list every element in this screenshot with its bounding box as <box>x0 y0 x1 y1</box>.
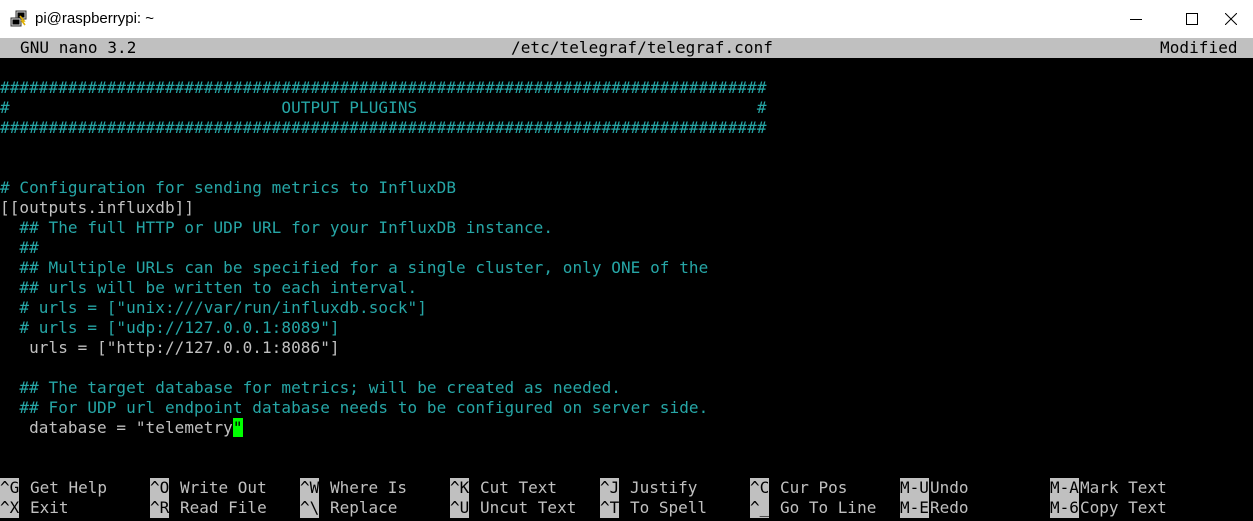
shortcut-label[interactable]: Where Is <box>330 478 407 498</box>
shortcut-label[interactable]: Replace <box>330 498 397 518</box>
editor-line-6[interactable]: # Configuration for sending metrics to I… <box>0 178 456 198</box>
editor-line-1[interactable]: ########################################… <box>0 78 767 98</box>
shortcut-label[interactable]: Cur Pos <box>780 478 847 498</box>
text-cursor: " <box>232 418 243 437</box>
window-titlebar: pi@raspberrypi: ~ <box>0 0 1253 38</box>
shortcut-label[interactable]: To Spell <box>630 498 707 518</box>
shortcut-label[interactable]: Get Help <box>30 478 107 498</box>
shortcut-key[interactable]: ^_ <box>750 498 770 518</box>
shortcut-key[interactable]: ^O <box>150 478 170 498</box>
shortcut-key[interactable]: ^W <box>300 478 320 498</box>
shortcut-key[interactable]: ^G <box>0 478 20 498</box>
shortcut-key[interactable]: ^\ <box>300 498 320 518</box>
shortcut-label[interactable]: Mark Text <box>1080 478 1167 498</box>
maximize-button[interactable] <box>1163 0 1223 38</box>
shortcut-key[interactable]: M-E <box>900 498 929 518</box>
editor-line-3[interactable]: ########################################… <box>0 118 767 138</box>
editor-line-2[interactable]: # OUTPUT PLUGINS # <box>0 98 767 118</box>
shortcut-label[interactable]: Uncut Text <box>480 498 576 518</box>
shortcut-label[interactable]: Cut Text <box>480 478 557 498</box>
editor-line-10[interactable]: ## Multiple URLs can be specified for a … <box>0 258 708 278</box>
shortcut-key[interactable]: M-6 <box>1050 498 1079 518</box>
window-title: pi@raspberrypi: ~ <box>35 10 155 27</box>
shortcut-label[interactable]: Go To Line <box>780 498 876 518</box>
shortcut-key[interactable]: ^U <box>450 498 470 518</box>
file-name: /etc/telegraf/telegraf.conf <box>511 38 773 57</box>
shortcut-key[interactable]: ^T <box>600 498 620 518</box>
shortcut-key[interactable]: M-A <box>1050 478 1079 498</box>
shortcut-label[interactable]: Redo <box>930 498 969 518</box>
putty-icon[interactable] <box>10 10 28 28</box>
shortcut-key[interactable]: ^C <box>750 478 770 498</box>
shortcut-label[interactable]: Write Out <box>180 478 267 498</box>
shortcut-key[interactable]: ^K <box>450 478 470 498</box>
terminal[interactable]: GNU nano 3.2 /etc/telegraf/telegraf.conf… <box>0 38 1253 521</box>
shortcut-key[interactable]: ^J <box>600 478 620 498</box>
editor-line-13[interactable]: # urls = ["udp://127.0.0.1:8089"] <box>0 318 340 338</box>
shortcut-key[interactable]: ^R <box>150 498 170 518</box>
shortcut-label[interactable]: Copy Text <box>1080 498 1167 518</box>
editor-line-7[interactable]: [[outputs.influxdb]] <box>0 198 194 218</box>
shortcut-key[interactable]: M-U <box>900 478 929 498</box>
nano-version: GNU nano 3.2 <box>20 38 137 57</box>
editor-line-11[interactable]: ## urls will be written to each interval… <box>0 278 417 298</box>
editor-line-9[interactable]: ## <box>0 238 39 258</box>
minimize-button[interactable] <box>1107 0 1167 38</box>
shortcut-label[interactable]: Exit <box>30 498 69 518</box>
shortcut-label[interactable]: Read File <box>180 498 267 518</box>
shortcut-label[interactable]: Justify <box>630 478 697 498</box>
minimize-icon <box>1130 19 1142 20</box>
editor-line-18-text: database = "telemetry <box>0 418 233 437</box>
close-icon <box>1225 13 1237 25</box>
editor-line-14[interactable]: urls = ["http://127.0.0.1:8086"] <box>0 338 340 358</box>
shortcut-key[interactable]: ^X <box>0 498 20 518</box>
editor-line-16[interactable]: ## The target database for metrics; will… <box>0 378 621 398</box>
close-button[interactable] <box>1217 0 1253 38</box>
editor-line-8[interactable]: ## The full HTTP or UDP URL for your Inf… <box>0 218 553 238</box>
modified-indicator: Modified <box>1160 38 1238 57</box>
nano-status-bar: GNU nano 3.2 /etc/telegraf/telegraf.conf… <box>0 38 1253 58</box>
shortcut-label[interactable]: Undo <box>930 478 969 498</box>
maximize-icon <box>1186 13 1198 25</box>
editor-line-18[interactable]: database = "telemetry" <box>0 418 243 438</box>
editor-line-17[interactable]: ## For UDP url endpoint database needs t… <box>0 398 708 418</box>
editor-line-12[interactable]: # urls = ["unix:///var/run/influxdb.sock… <box>0 298 427 318</box>
